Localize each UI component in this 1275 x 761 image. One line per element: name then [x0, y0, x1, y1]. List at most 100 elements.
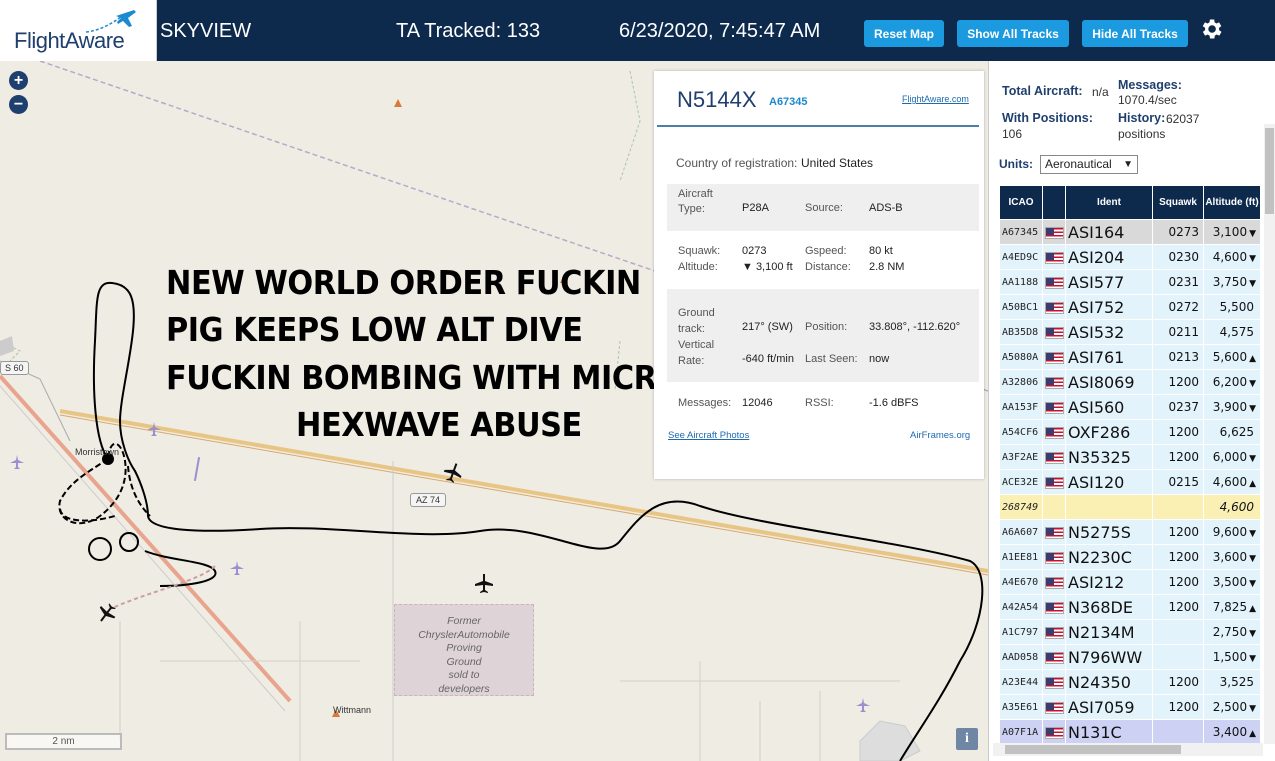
us-flag-icon — [1044, 526, 1064, 539]
position-value: 33.808°, -112.620° — [869, 321, 961, 333]
table-row[interactable]: A32806 ASI8069 1200 6,200 ▼ — [999, 369, 1261, 395]
table-row[interactable]: A07F1A N131C 3,400 ▲ — [999, 719, 1261, 745]
flightaware-link[interactable]: FlightAware.com — [902, 94, 969, 104]
table-row[interactable]: AA1188 ASI577 0231 3,750 ▼ — [999, 269, 1261, 295]
popup-hex-link[interactable]: A67345 — [769, 96, 808, 108]
ident-cell: N5275S — [1065, 519, 1153, 545]
ident-cell: N2134M — [1065, 619, 1153, 645]
hide-all-tracks-button[interactable]: Hide All Tracks — [1082, 20, 1188, 47]
column-header-icao[interactable]: ICAO — [999, 185, 1043, 220]
icao-cell: A35E61 — [999, 694, 1043, 720]
country-flag-icon — [1042, 494, 1066, 520]
country-flag-icon — [1042, 469, 1066, 495]
us-flag-icon — [1044, 701, 1064, 714]
altitude-cell: 5,500 — [1203, 294, 1261, 320]
horizontal-scroll-thumb[interactable] — [1005, 745, 1181, 754]
altitude-value: 4,600 — [1212, 250, 1248, 264]
country-flag-icon — [1042, 669, 1066, 695]
map-info-button[interactable]: i — [956, 728, 978, 750]
zoom-out-button[interactable]: − — [9, 95, 28, 114]
table-row[interactable]: ACE32E ASI120 0215 4,600 ▲ — [999, 469, 1261, 495]
us-flag-icon — [1044, 601, 1064, 614]
airport-icon — [147, 422, 161, 436]
altitude-value: 3,500 — [1212, 575, 1248, 589]
reset-map-button[interactable]: Reset Map — [864, 20, 944, 47]
table-row[interactable]: A50BC1 ASI752 0272 5,500 — [999, 294, 1261, 320]
column-header-squawk[interactable]: Squawk — [1152, 185, 1204, 220]
squawk-cell: 1200 — [1152, 544, 1204, 570]
altitude-cell: 3,500 ▼ — [1203, 569, 1261, 595]
aircraft-icon[interactable] — [441, 461, 465, 485]
units-select[interactable]: Aeronautical ▼ — [1040, 155, 1138, 174]
aircraft-photos-link[interactable]: See Aircraft Photos — [668, 430, 749, 441]
table-row[interactable]: A54CF6 OXF286 1200 6,625 — [999, 419, 1261, 445]
altitude-value: 3,525 — [1219, 675, 1254, 689]
table-row[interactable]: A1C797 N2134M 2,750 ▼ — [999, 619, 1261, 645]
table-row[interactable]: AB35D8 ASI532 0211 4,575 — [999, 319, 1261, 345]
climb-descend-arrow-icon: ▼ — [1249, 579, 1256, 589]
us-flag-icon — [1044, 351, 1064, 364]
messages-value: 12046 — [742, 397, 773, 409]
chrysler-proving-ground-label: Former ChryslerAutomobile Proving Ground… — [394, 604, 534, 696]
squawk-cell: 0237 — [1152, 394, 1204, 420]
messages-rate-label: Messages: — [1118, 78, 1182, 92]
zoom-in-button[interactable]: + — [9, 71, 28, 90]
table-row[interactable]: A1EE81 N2230C 1200 3,600 ▼ — [999, 544, 1261, 570]
table-row[interactable]: A42A54 N368DE 1200 7,825 ▲ — [999, 594, 1261, 620]
table-row[interactable]: AA153F ASI560 0237 3,900 ▼ — [999, 394, 1261, 420]
us-flag-icon — [1044, 276, 1064, 289]
climb-descend-arrow-icon: ▲ — [1249, 604, 1256, 614]
altitude-cell: 5,600 ▲ — [1203, 344, 1261, 370]
table-row[interactable]: AAD058 N796WW 1,500 ▼ — [999, 644, 1261, 670]
table-row[interactable]: A4E670 ASI212 1200 3,500 ▼ — [999, 569, 1261, 595]
table-row[interactable]: 268749 4,600 — [999, 494, 1261, 520]
table-row[interactable]: A3F2AE N35325 1200 6,000 ▼ — [999, 444, 1261, 470]
show-all-tracks-button[interactable]: Show All Tracks — [957, 20, 1069, 47]
table-row[interactable]: A67345 ASI164 0273 3,100 ▼ — [999, 219, 1261, 245]
altitude-value: 2,500 — [1212, 700, 1248, 714]
icao-cell: AA153F — [999, 394, 1043, 420]
aircraft-icon[interactable] — [472, 572, 496, 596]
table-row[interactable]: A35E61 ASI7059 1200 2,500 ▼ — [999, 694, 1261, 720]
altitude-cell: 3,400 ▲ — [1203, 719, 1261, 745]
column-header-altitude[interactable]: Altitude (ft) — [1203, 185, 1261, 220]
column-header-flag[interactable] — [1042, 185, 1066, 220]
vertical-scrollbar[interactable] — [1264, 124, 1275, 744]
altitude-cell: 3,750 ▼ — [1203, 269, 1261, 295]
altitude-cell: 3,525 — [1203, 669, 1261, 695]
icao-cell: A50BC1 — [999, 294, 1043, 320]
settings-gear-icon[interactable] — [1198, 16, 1224, 42]
distance-label: Distance: — [805, 261, 851, 273]
ident-cell — [1065, 494, 1153, 520]
aircraft-icon[interactable] — [188, 457, 206, 481]
table-row[interactable]: A6A607 N5275S 1200 9,600 ▼ — [999, 519, 1261, 545]
us-flag-icon — [1044, 376, 1064, 389]
icao-cell: A23E44 — [999, 669, 1043, 695]
altitude-value: 4,600 — [1219, 500, 1254, 514]
icao-cell: ACE32E — [999, 469, 1043, 495]
altitude-cell: 3,900 ▼ — [1203, 394, 1261, 420]
column-header-ident[interactable]: Ident — [1065, 185, 1153, 220]
ident-cell: ASI204 — [1065, 244, 1153, 270]
table-row[interactable]: A5080A ASI761 0213 5,600 ▲ — [999, 344, 1261, 370]
gspeed-label: Gspeed: — [805, 245, 847, 257]
ground-track-label: Ground track: — [678, 307, 715, 335]
airport-icon — [856, 698, 870, 712]
table-row[interactable]: A4ED9C ASI204 0230 4,600 ▼ — [999, 244, 1261, 270]
ident-cell: ASI761 — [1065, 344, 1153, 370]
icao-cell: A3F2AE — [999, 444, 1043, 470]
airframes-link[interactable]: AirFrames.org — [910, 430, 970, 441]
altitude-value: 3,100 — [1212, 225, 1248, 239]
airport-icon — [10, 455, 24, 469]
history-value: 62037 positions — [1118, 112, 1200, 141]
table-row[interactable]: A23E44 N24350 1200 3,525 — [999, 669, 1261, 695]
vertical-scroll-thumb[interactable] — [1265, 128, 1274, 214]
selected-aircraft-icon[interactable] — [95, 601, 119, 625]
climb-descend-arrow-icon: ▼ — [1249, 279, 1256, 289]
flightaware-logo[interactable]: FlightAware — [0, 0, 157, 61]
icao-cell: A32806 — [999, 369, 1043, 395]
country-flag-icon — [1042, 569, 1066, 595]
triangle-marker-icon — [394, 99, 402, 107]
altitude-value: 5,500 — [1219, 300, 1254, 314]
country-flag-icon — [1042, 219, 1066, 245]
